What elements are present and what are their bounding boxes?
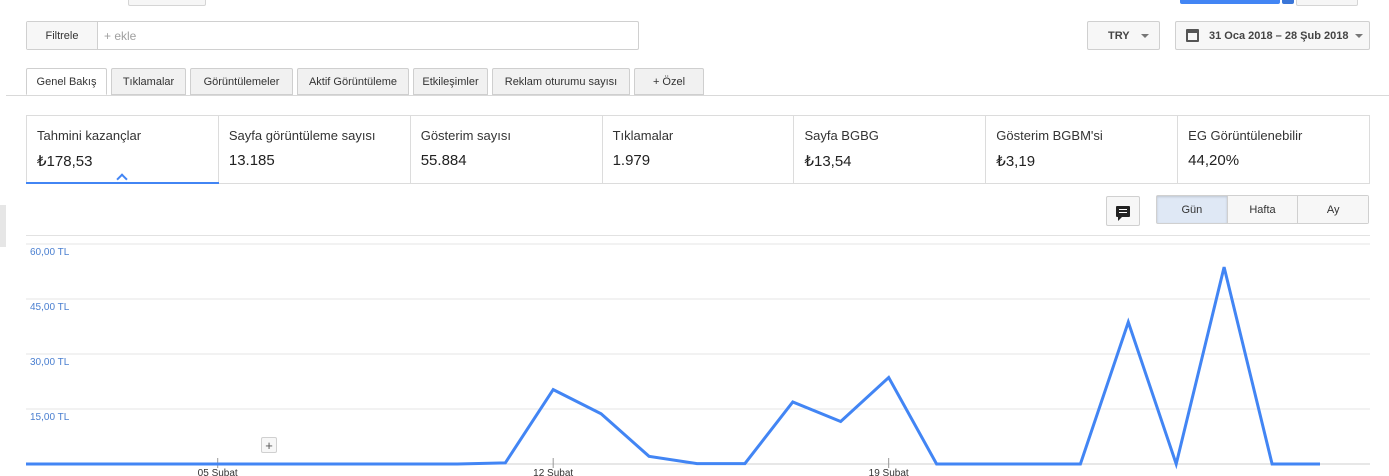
y-tick-label: 15,00 TL [30, 412, 70, 423]
toolbar-button-partial[interactable] [128, 0, 206, 6]
date-range-label: 31 Oca 2018 – 28 Şub 2018 [1209, 29, 1349, 42]
metric-card-page-views[interactable]: Sayfa görüntüleme sayısı 13.185 [219, 116, 411, 183]
x-tick-label: 19 Şubat [869, 468, 909, 476]
metric-card-impression-rpm[interactable]: Gösterim BGBM'si ₺3,19 [986, 116, 1179, 183]
earnings-series-line [26, 266, 1320, 470]
metric-name: EG Görüntülenebilir [1188, 128, 1303, 143]
data-point[interactable] [1174, 462, 1178, 466]
metric-card-impressions[interactable]: Gösterim sayısı 55.884 [411, 116, 603, 183]
data-point[interactable] [455, 462, 459, 466]
data-point[interactable] [1078, 462, 1082, 466]
currency-value: TRY [1108, 29, 1130, 42]
data-point[interactable] [72, 462, 76, 466]
metric-card-clicks[interactable]: Tıklamalar 1.979 [603, 116, 795, 183]
metric-value: ₺13,54 [804, 153, 852, 170]
calendar-icon [1186, 29, 1199, 42]
data-point[interactable] [120, 462, 124, 466]
currency-select[interactable]: TRY [1087, 21, 1160, 50]
tab-goruntulemeler[interactable]: Görüntülemeler [190, 68, 293, 95]
y-tick-label: 45,00 TL [30, 302, 70, 313]
metric-card-viewable[interactable]: EG Görüntülenebilir 44,20% [1178, 116, 1369, 183]
data-point[interactable] [551, 388, 555, 392]
data-point[interactable] [1126, 320, 1130, 324]
tab-etkilesimler[interactable]: Etkileşimler [413, 68, 488, 95]
data-point[interactable] [503, 461, 507, 465]
annotations-button[interactable] [1106, 196, 1140, 226]
metric-value: 55.884 [420, 152, 467, 169]
y-tick-label: 60,00 TL [30, 247, 70, 258]
metric-card-page-rpm[interactable]: Sayfa BGBG ₺13,54 [794, 116, 987, 183]
tab-reklam-oturumu[interactable]: Reklam oturumu sayısı [492, 68, 630, 95]
tab-divider [6, 95, 1389, 96]
chevron-down-icon [1141, 34, 1149, 38]
data-point[interactable] [839, 419, 843, 423]
data-point[interactable] [887, 375, 891, 379]
metric-name: Sayfa BGBG [804, 128, 879, 143]
metric-value: ₺178,53 [37, 153, 93, 170]
tab-ozel[interactable]: + Özel [634, 68, 704, 95]
data-point[interactable] [647, 454, 651, 458]
x-tick-label: 12 Şubat [533, 468, 573, 476]
metric-value: 1.979 [612, 152, 651, 169]
metric-name: Gösterim BGBM'si [996, 128, 1103, 143]
granularity-month[interactable]: Ay [1298, 196, 1369, 223]
toolbar-button-partial-right[interactable] [1296, 0, 1358, 6]
data-point[interactable] [599, 412, 603, 416]
filter-label: Filtrele [45, 29, 79, 42]
data-point[interactable] [791, 400, 795, 404]
data-point[interactable] [1030, 462, 1034, 466]
report-tabs: Genel Bakış Tıklamalar Görüntülemeler Ak… [26, 68, 708, 95]
filter-button[interactable]: Filtrele [27, 22, 98, 49]
x-tick-label: 05 Şubat [198, 468, 238, 476]
metric-name: Tahmini kazançlar [37, 128, 142, 143]
data-point[interactable] [359, 462, 363, 466]
metric-value: 13.185 [228, 152, 275, 169]
data-point[interactable] [983, 462, 987, 466]
add-annotation-button[interactable]: + [261, 437, 277, 453]
data-point[interactable] [168, 462, 172, 466]
selected-indicator [116, 173, 128, 185]
filter-bar: Filtrele [26, 21, 639, 50]
date-range-picker[interactable]: 31 Oca 2018 – 28 Şub 2018 [1175, 21, 1370, 50]
data-point[interactable] [1222, 265, 1226, 269]
chevron-down-icon [1355, 34, 1363, 38]
granularity-week[interactable]: Hafta [1227, 196, 1299, 223]
data-point[interactable] [1318, 462, 1322, 466]
data-point[interactable] [312, 462, 316, 466]
tab-aktif-goruntuleme[interactable]: Aktif Görüntüleme [297, 68, 409, 95]
data-point[interactable] [1270, 462, 1274, 466]
data-point[interactable] [695, 462, 699, 466]
plus-icon: + [265, 437, 273, 453]
earnings-line-chart: 15,00 TL 30,00 TL 45,00 TL 60,00 TL 05 Şubat… [24, 243, 1370, 476]
data-point[interactable] [24, 462, 28, 466]
metric-name: Gösterim sayısı [420, 128, 512, 143]
data-point[interactable] [935, 462, 939, 466]
primary-action-dropdown-partial[interactable] [1282, 0, 1294, 4]
tab-tiklamalar[interactable]: Tıklamalar [111, 68, 186, 95]
data-point[interactable] [743, 462, 747, 466]
metric-value: 44,20% [1188, 152, 1240, 169]
primary-action-button-partial[interactable] [1180, 0, 1280, 4]
data-point[interactable] [216, 462, 220, 466]
y-tick-label: 30,00 TL [30, 357, 70, 368]
granularity-toggle: Gün Hafta Ay [1156, 195, 1369, 224]
tab-genel-bakis[interactable]: Genel Bakış [26, 68, 107, 95]
data-point[interactable] [264, 462, 268, 466]
metric-cards: Tahmini kazançlar ₺178,53 Sayfa görüntül… [26, 115, 1370, 185]
comment-icon [1116, 205, 1130, 221]
metric-value: ₺3,19 [996, 153, 1036, 170]
metric-name: Sayfa görüntüleme sayısı [228, 128, 376, 143]
data-point[interactable] [407, 462, 411, 466]
metric-card-estimated-earnings[interactable]: Tahmini kazançlar ₺178,53 [26, 116, 219, 185]
filter-input[interactable] [98, 22, 638, 49]
granularity-day[interactable]: Gün [1157, 196, 1228, 223]
metric-name: Tıklamalar [612, 128, 674, 143]
